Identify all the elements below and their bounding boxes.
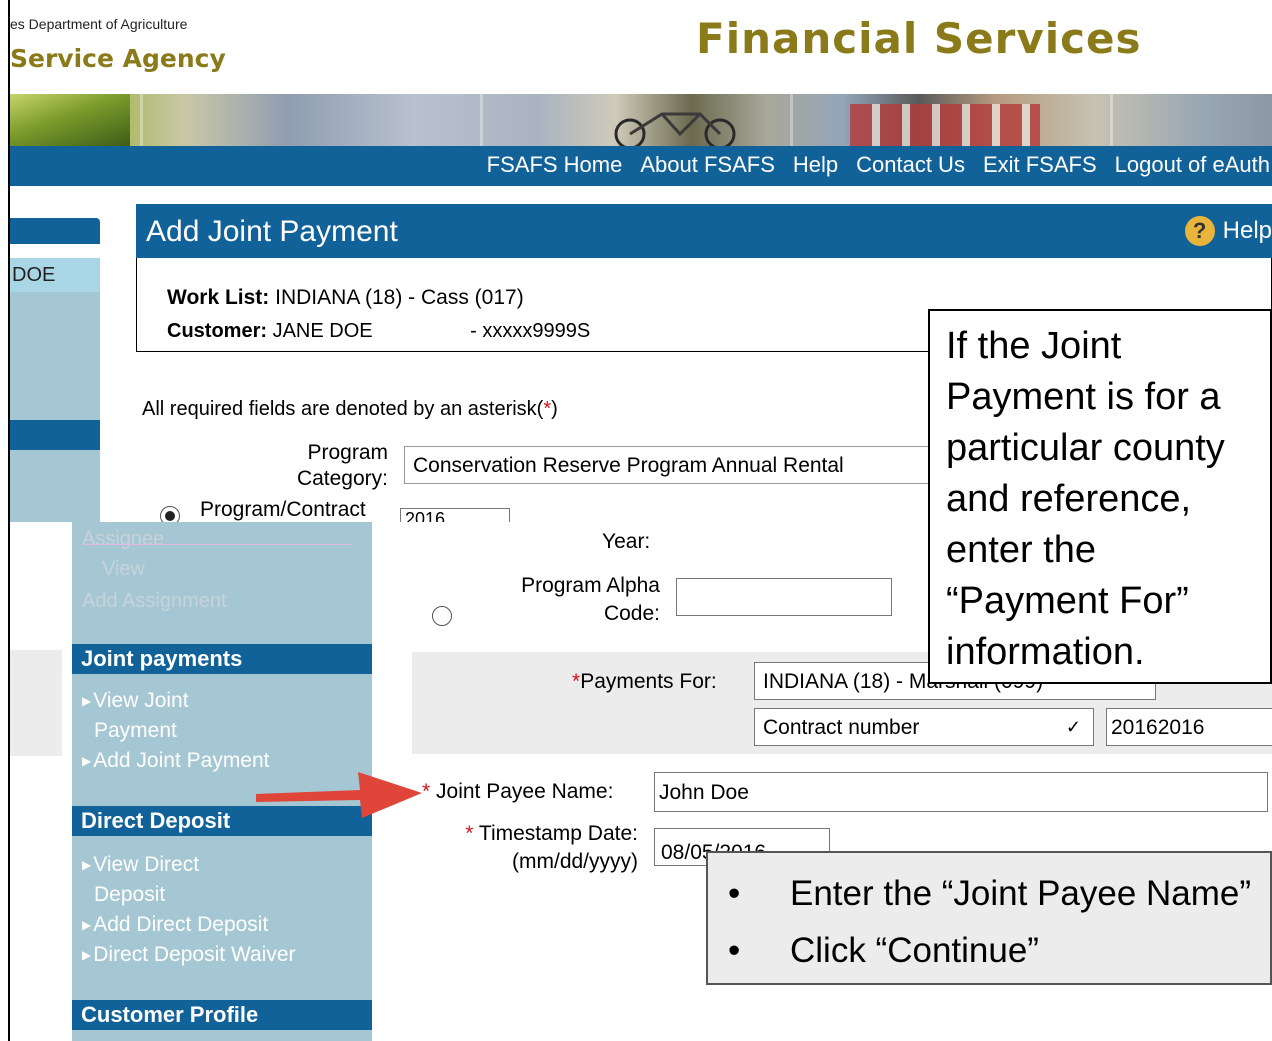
department-name: es Department of Agriculture — [10, 16, 188, 32]
joint-payee-name-label: * Joint Payee Name: — [422, 780, 614, 803]
sidebar-item-assignee-view[interactable]: View — [102, 558, 145, 581]
nav-logout[interactable]: Logout of eAuth — [1115, 152, 1270, 178]
work-list-value: INDIANA (18) - Cass (017) — [275, 286, 524, 309]
program-category-select[interactable]: Conservation Reserve Program Annual Rent… — [404, 446, 934, 484]
sidebar-item-view-direct-deposit[interactable]: ▶View Direct Deposit — [82, 850, 199, 910]
program-contract-label: Program/Contract — [200, 498, 366, 521]
customer-name: JANE DOE — [272, 320, 373, 342]
site-title: Financial Services — [696, 14, 1142, 63]
pointer-arrow-icon — [256, 772, 422, 818]
sidebar-item-assignee[interactable]: Assignee — [82, 528, 164, 551]
bicycle-icon — [614, 112, 736, 146]
sidebar-item-add-assignment[interactable]: Add Assignment — [82, 590, 227, 613]
triangle-right-icon: ▶ — [82, 918, 92, 932]
help-label: Help — [1222, 217, 1272, 244]
program-alpha-code-label: Program Alpha Code: — [521, 574, 660, 625]
sidebar-heading-joint-payments: Joint payments — [72, 644, 372, 674]
customer-label: Customer: — [167, 320, 268, 342]
sidebar-item-add-direct-deposit[interactable]: ▶Add Direct Deposit — [82, 910, 268, 940]
program-alpha-code-radio[interactable] — [432, 606, 452, 626]
program-category-label: Program Category: — [296, 441, 388, 490]
sidebar-gray-block — [10, 650, 62, 756]
sidebar-column — [10, 292, 100, 522]
sidebar-section-band — [10, 420, 100, 450]
timestamp-date-label: * Timestamp Date: (mm/dd/yyyy) — [465, 822, 638, 873]
reference-number-input[interactable]: 20162016 — [1106, 708, 1272, 746]
nav-about-fsafs[interactable]: About FSAFS — [640, 152, 775, 178]
triangle-right-icon: ▶ — [82, 858, 92, 872]
customer-line: Customer: JANE DOE - xxxxx9999S — [167, 320, 590, 343]
triangle-right-icon: ▶ — [82, 948, 92, 962]
triangle-right-icon: ▶ — [82, 694, 92, 708]
left-border — [0, 0, 10, 1041]
help-icon: ? — [1184, 216, 1215, 246]
triangle-right-icon: ▶ — [82, 754, 92, 768]
instruction-item: • Enter the “Joint Payee Name” — [728, 874, 1252, 913]
sidebar-customer-name: DOE — [10, 258, 100, 292]
chevron-down-icon: ✓ — [1065, 717, 1081, 737]
top-nav-bar: FSAFS Home About FSAFS Help Contact Us E… — [10, 146, 1272, 186]
sidebar-top-tab — [10, 218, 100, 244]
leaf-image — [10, 94, 130, 146]
help-button[interactable]: ? Help — [1184, 216, 1272, 246]
work-list-label: Work List: — [167, 286, 270, 309]
sidebar-heading-customer-profile: Customer Profile — [72, 1000, 372, 1030]
instruction-item: • Click “Continue” — [728, 931, 1039, 970]
nav-contact-us[interactable]: Contact Us — [856, 152, 965, 178]
payments-for-label: *Payments For: — [572, 670, 717, 693]
agency-name: Service Agency — [10, 44, 226, 73]
header-banner-image — [10, 94, 1272, 146]
instructions-callout: • Enter the “Joint Payee Name” • Click “Co… — [706, 851, 1272, 985]
payment-for-callout: If the Joint Payment is for a particular… — [928, 309, 1272, 684]
page-title: Add Joint Payment — [146, 215, 398, 248]
reference-type-select[interactable]: Contract number ✓ — [754, 708, 1094, 746]
sidebar-item-add-joint-payment[interactable]: ▶Add Joint Payment — [82, 746, 270, 776]
customer-id: - xxxxx9999S — [470, 320, 591, 342]
program-alpha-code-input[interactable] — [676, 578, 892, 616]
year-label: Year: — [602, 530, 651, 553]
sidebar-item-direct-deposit-waiver[interactable]: ▶Direct Deposit Waiver — [82, 940, 296, 970]
nav-exit-fsafs[interactable]: Exit FSAFS — [983, 152, 1097, 178]
work-list-line: Work List: INDIANA (18) - Cass (017) — [167, 286, 524, 310]
produce-boxes-image — [850, 104, 1040, 146]
joint-payee-name-input[interactable]: John Doe — [654, 772, 1268, 812]
required-fields-note: All required fields are denoted by an as… — [142, 398, 558, 420]
panel-title-bar: Add Joint Payment ? Help — [136, 204, 1272, 258]
nav-fsafs-home[interactable]: FSAFS Home — [487, 152, 623, 178]
sidebar-item-view-joint-payment[interactable]: ▶View Joint Payment — [82, 686, 189, 746]
nav-help[interactable]: Help — [793, 152, 838, 178]
